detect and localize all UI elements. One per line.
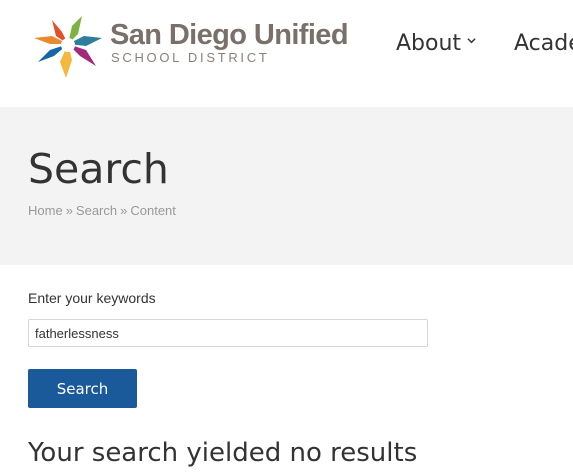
nav-item-academics[interactable]: Acade [514,28,573,60]
breadcrumb-separator: » [120,203,128,218]
page-title: Search [28,145,169,193]
nav-item-label: About [396,31,462,56]
nav-item-about[interactable]: About [396,28,476,60]
breadcrumb: Home» Search» Content [28,203,176,219]
district-logo[interactable] [32,14,104,80]
search-button[interactable]: Search [28,369,137,408]
breadcrumb-home[interactable]: Home [28,203,63,218]
chevron-down-icon [467,37,476,43]
no-results-message: Your search yielded no results [28,438,418,468]
breadcrumb-current: Content [130,203,176,218]
breadcrumb-search[interactable]: Search [76,203,117,218]
brand-subtitle[interactable]: SCHOOL DISTRICT [111,50,269,66]
nav-item-label: Acade [514,31,573,56]
search-label: Enter your keywords [28,290,156,306]
site-header: San Diego Unified SCHOOL DISTRICT About … [0,0,573,107]
breadcrumb-separator: » [65,203,73,218]
page-banner: Search Home» Search» Content [0,107,573,265]
brand-name[interactable]: San Diego Unified [110,17,349,53]
search-input[interactable] [28,319,428,347]
